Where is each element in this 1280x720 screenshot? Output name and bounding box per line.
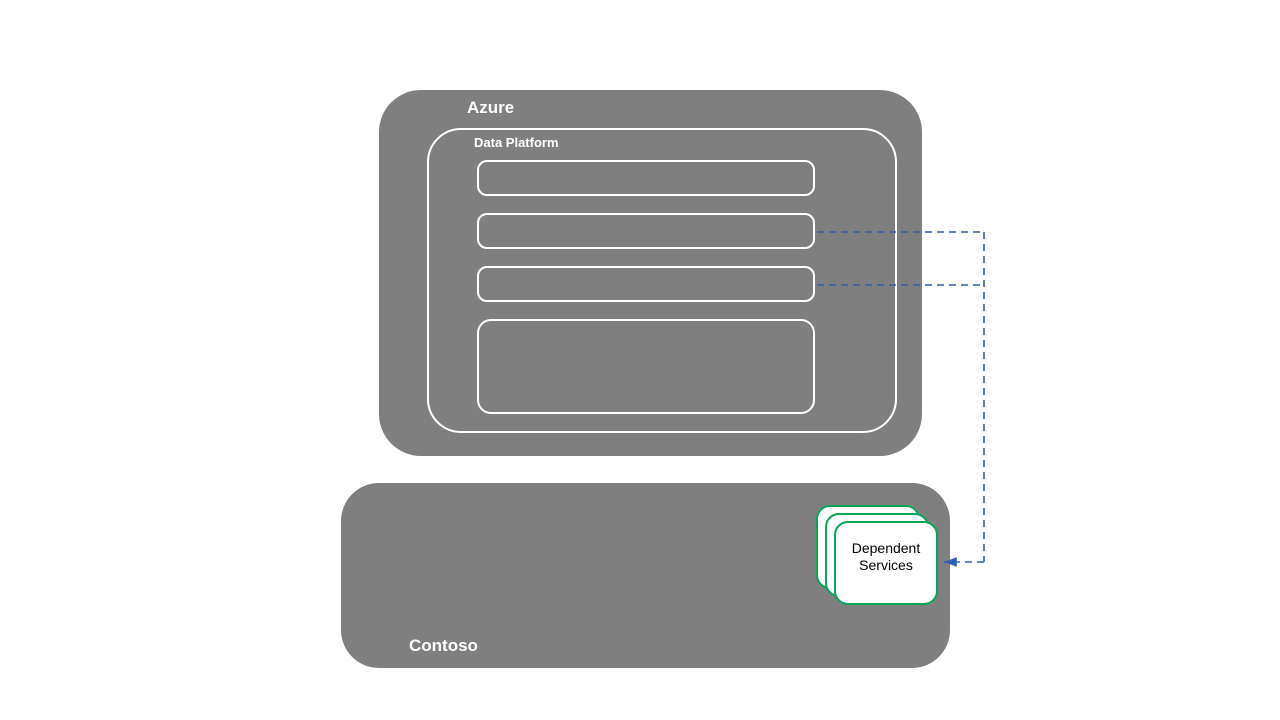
- data-platform-large-slot: [477, 319, 815, 414]
- dependent-services-label: Dependent Services: [834, 540, 938, 574]
- data-platform-slot-1: [477, 160, 815, 196]
- data-platform-slot-2: [477, 213, 815, 249]
- dependent-services-label-line2: Services: [859, 557, 913, 573]
- azure-label: Azure: [467, 98, 514, 118]
- data-platform-label: Data Platform: [474, 135, 559, 150]
- dependent-services-label-line1: Dependent: [852, 540, 921, 556]
- data-platform-slot-3: [477, 266, 815, 302]
- contoso-label: Contoso: [409, 636, 478, 656]
